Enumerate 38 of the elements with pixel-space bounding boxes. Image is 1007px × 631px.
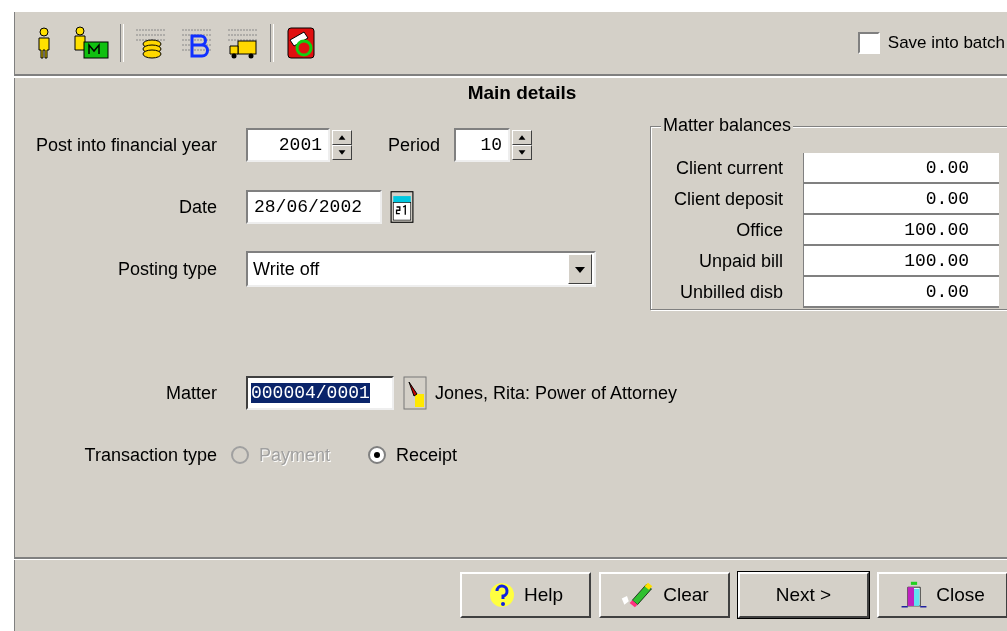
balance-value: 0.00 [803, 184, 999, 215]
field-label: Transaction type [83, 444, 217, 466]
field-label: Post into financial year [34, 134, 217, 156]
balance-label: Client current [674, 157, 783, 180]
field-label: Date [177, 196, 217, 218]
balance-value: 0.00 [803, 153, 999, 184]
truck-icon[interactable] [226, 26, 260, 60]
matter-description: Jones, Rita: Power of Attorney [435, 382, 678, 404]
field-label: Period [388, 134, 441, 156]
radio-label[interactable]: Receipt [396, 444, 458, 466]
save-into-batch-checkbox[interactable] [857, 32, 880, 54]
balance-value: 100.00 [803, 246, 999, 277]
balance-label: Client deposit [672, 188, 783, 211]
posting-type-dropdown[interactable]: Write off [246, 251, 596, 287]
year-field[interactable]: 2001 [246, 128, 330, 162]
balance-label: Unpaid bill [697, 250, 783, 273]
close-button[interactable]: Close [877, 572, 1007, 618]
balance-label: Office [735, 219, 783, 242]
question-icon [487, 581, 516, 609]
help-button[interactable]: Help [460, 572, 591, 618]
date-field[interactable]: 28/06/2002 [246, 190, 382, 224]
spin-buttons[interactable] [332, 130, 352, 160]
balance-value: 0.00 [803, 277, 999, 308]
calendar-icon[interactable] [390, 190, 414, 224]
balance-value: 100.00 [803, 215, 999, 246]
matter-field[interactable]: 000004/0001 [246, 376, 394, 410]
spin-buttons[interactable] [512, 130, 533, 160]
next-button[interactable]: Next > [738, 572, 869, 618]
matter-text: 000004/0001 [251, 383, 370, 403]
checkbox-label[interactable]: Save into batch [887, 33, 1005, 53]
balance-label: Unbilled disb [678, 281, 783, 304]
period-field[interactable]: 10 [454, 128, 511, 162]
field-label: Posting type [116, 258, 217, 280]
radio-button[interactable] [368, 446, 387, 464]
coins-icon[interactable] [134, 26, 168, 60]
section-title: Main details [466, 82, 578, 104]
clear-button[interactable]: Clear [599, 572, 730, 618]
field-label: Matter [165, 382, 217, 404]
